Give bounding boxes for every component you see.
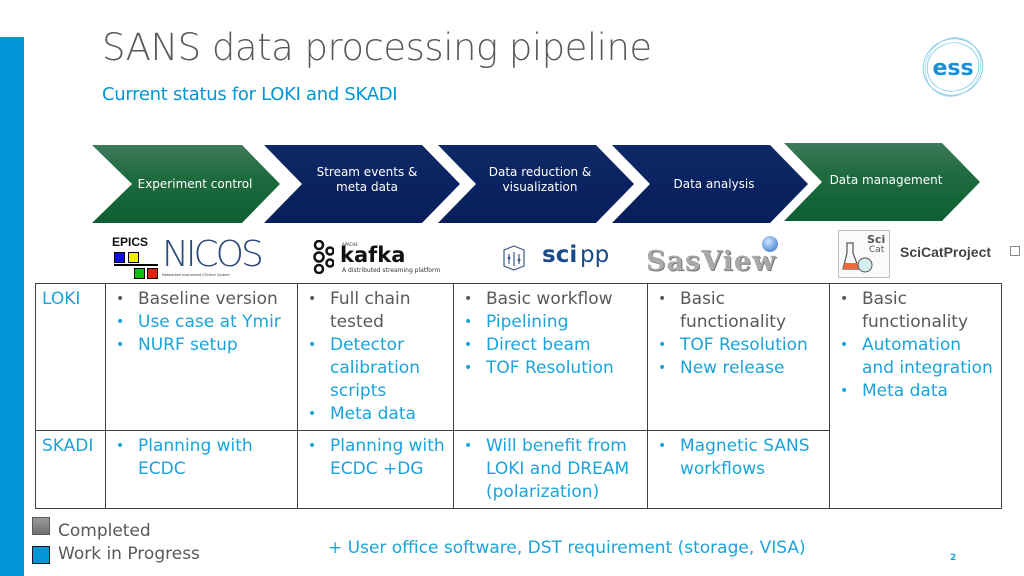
pipeline-step-experiment-control: Experiment control bbox=[92, 145, 280, 223]
pipeline-step-data-reduction: Data reduction & visualization bbox=[438, 145, 634, 223]
status-item: Automation and integration bbox=[836, 334, 995, 380]
table-row-loki: LOKI Baseline versionUse case at YmirNUR… bbox=[35, 283, 1002, 509]
status-item: Pipelining bbox=[460, 311, 641, 334]
pipeline-step-stream-events: Stream events & meta data bbox=[264, 145, 460, 223]
legend-label-completed: Completed bbox=[58, 521, 151, 541]
flask-icon bbox=[842, 242, 873, 273]
sasview-logo: SasView bbox=[646, 236, 821, 278]
nicos-logo-text: NICOS bbox=[162, 234, 264, 275]
scicat-logo: Sci Cat SciCatProject bbox=[838, 230, 1024, 278]
pipeline-step-label: Data reduction & bbox=[488, 165, 592, 179]
cell-data-analysis-skadi: Magnetic SANS workflows bbox=[647, 430, 830, 509]
row-header-skadi: SKADI bbox=[35, 430, 106, 509]
legend-item-completed: Completed bbox=[32, 517, 200, 541]
scicat-badge: Sci Cat bbox=[838, 230, 890, 278]
status-item: TOF Resolution bbox=[460, 357, 641, 380]
cell-data-management-shared: Basic functionalityAutomation and integr… bbox=[829, 283, 1002, 509]
ess-logo: ess bbox=[922, 37, 984, 97]
pipeline-step-data-management: Data management bbox=[784, 143, 980, 221]
status-item: NURF setup bbox=[112, 334, 291, 357]
footnote: + User office software, DST requirement … bbox=[328, 538, 806, 558]
kafka-logo-text: kafka bbox=[340, 243, 406, 267]
cell-data-reduction-skadi: Will benefit from LOKI and DREAM (polari… bbox=[453, 430, 648, 509]
completed-swatch bbox=[32, 517, 50, 535]
pipeline-step-label: meta data bbox=[336, 180, 398, 194]
nicos-logo: NICOS Networked Instrument COntrol Syste… bbox=[162, 234, 264, 278]
status-item: Full chain tested bbox=[304, 288, 447, 334]
epics-logo-text: EPICS bbox=[112, 235, 149, 249]
cell-data-reduction-loki: Basic workflowPipeliningDirect beamTOF R… bbox=[453, 283, 648, 431]
status-item: Will benefit from LOKI and DREAM (polari… bbox=[460, 435, 641, 504]
pipeline-step-data-analysis: Data analysis bbox=[612, 145, 808, 223]
status-item: Basic functionality bbox=[836, 288, 995, 334]
scipp-logo-text-sci: sci bbox=[542, 242, 578, 268]
legend-item-wip: Work in Progress bbox=[32, 541, 200, 564]
status-item: Baseline version bbox=[112, 288, 291, 311]
pipeline-step-label: Data management bbox=[829, 172, 943, 187]
legend-label-wip: Work in Progress bbox=[58, 544, 200, 564]
tool-logos: EPICS NICOS Networked Instrument COntrol… bbox=[0, 228, 1024, 280]
page-title: SANS data processing pipeline bbox=[102, 26, 652, 69]
scipp-logo-text-pp: pp bbox=[580, 242, 610, 268]
status-item: Meta data bbox=[304, 403, 447, 426]
kafka-logo: APACHE kafka A distributed streaming pla… bbox=[310, 238, 450, 278]
status-item: Detector calibration scripts bbox=[304, 334, 447, 403]
status-item: Magnetic SANS workflows bbox=[654, 435, 823, 481]
sasview-logo-text: SasView bbox=[646, 246, 777, 277]
scicat-logo-text: SciCatProject bbox=[900, 244, 992, 260]
epics-logo: EPICS bbox=[112, 236, 162, 280]
page-subtitle: Current status for LOKI and SKADI bbox=[102, 84, 398, 105]
page-number: 2 bbox=[950, 553, 957, 563]
status-item: Meta data bbox=[836, 380, 995, 403]
status-item: Use case at Ymir bbox=[112, 311, 291, 334]
status-item: Direct beam bbox=[460, 334, 641, 357]
scipp-icon bbox=[503, 245, 525, 271]
scipp-logo: sci pp bbox=[500, 242, 620, 276]
row-header-loki: LOKI bbox=[35, 283, 106, 431]
side-accent-bar bbox=[0, 37, 24, 576]
cell-stream-events-skadi: Planning with ECDC +DG bbox=[297, 430, 454, 509]
kafka-caption: A distributed streaming platform bbox=[342, 267, 441, 274]
kafka-icon bbox=[313, 240, 334, 274]
wip-swatch bbox=[32, 546, 50, 564]
status-item: New release bbox=[654, 357, 823, 380]
pipeline: Experiment control Stream events & meta d… bbox=[92, 143, 992, 223]
pipeline-step-label: Experiment control bbox=[137, 176, 253, 191]
cell-experiment-control-skadi: Planning with ECDC bbox=[105, 430, 298, 509]
status-item: TOF Resolution bbox=[654, 334, 823, 357]
status-item: Planning with ECDC +DG bbox=[304, 435, 447, 481]
pipeline-step-label: Stream events & bbox=[316, 165, 418, 179]
pipeline-step-label: visualization bbox=[502, 180, 578, 194]
status-item: Basic functionality bbox=[654, 288, 823, 334]
pipeline-step-label: Data analysis bbox=[673, 176, 755, 191]
ess-logo-text: ess bbox=[932, 56, 973, 81]
cell-data-analysis-loki: Basic functionalityTOF ResolutionNew rel… bbox=[647, 283, 830, 431]
legend: Completed Work in Progress bbox=[32, 517, 200, 564]
status-table: LOKI Baseline versionUse case at YmirNUR… bbox=[35, 283, 1002, 509]
status-item: Basic workflow bbox=[460, 288, 641, 311]
cell-stream-events-loki: Full chain testedDetector calibration sc… bbox=[297, 283, 454, 431]
cell-experiment-control-loki: Baseline versionUse case at YmirNURF set… bbox=[105, 283, 298, 431]
status-item: Planning with ECDC bbox=[112, 435, 291, 481]
